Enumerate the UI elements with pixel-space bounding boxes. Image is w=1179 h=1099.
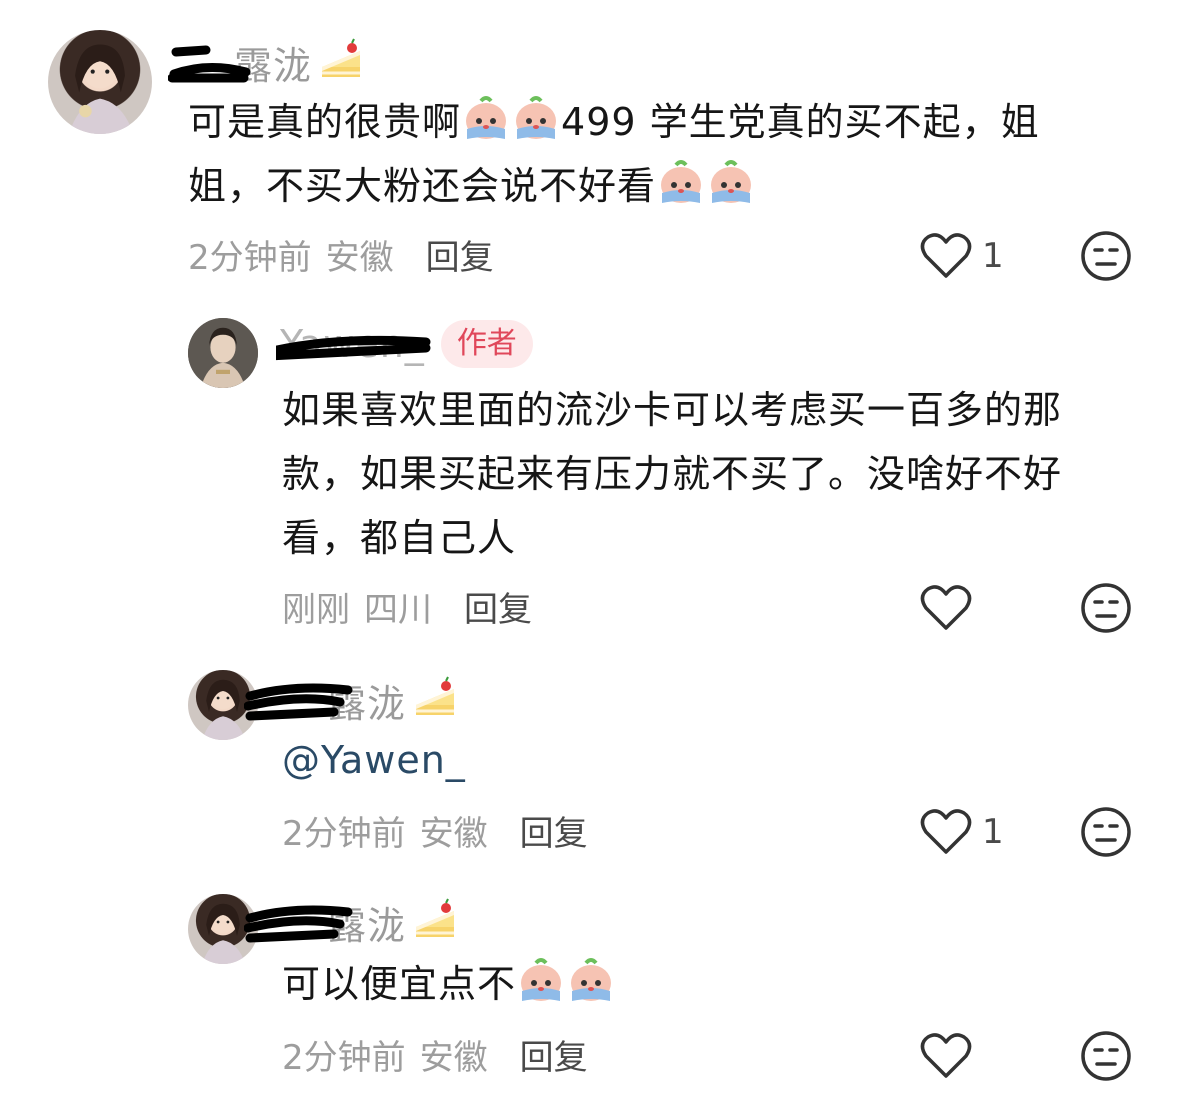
username[interactable]: Yawen_ 作者: [276, 318, 533, 370]
username[interactable]: 露泷: [244, 674, 460, 726]
username-text: 露泷: [328, 903, 407, 948]
heart-icon: [920, 585, 972, 630]
username[interactable]: 露泷: [168, 36, 366, 88]
timestamp: 2分钟前: [282, 1037, 406, 1078]
crying-emoji-icon: [516, 96, 557, 139]
like-button[interactable]: [920, 582, 972, 634]
dislike-face-icon[interactable]: [1080, 806, 1132, 858]
comment-meta: 2分钟前 安徽 回复: [188, 230, 494, 278]
location: 四川: [364, 589, 432, 630]
timestamp: 2分钟前: [188, 237, 312, 278]
dislike-face-icon[interactable]: [1080, 230, 1132, 282]
location: 安徽: [419, 1037, 488, 1078]
avatar[interactable]: [188, 318, 258, 388]
username-text: Yawen_: [280, 322, 425, 366]
dislike-face-icon[interactable]: [1080, 582, 1132, 634]
comment-meta: 2分钟前 安徽 回复: [282, 1030, 588, 1078]
like-count: 1: [982, 812, 1004, 852]
comment-text: 可是真的很贵啊 499 学生党真的买不起，姐姐，不买大粉还会说不好看: [188, 90, 1088, 218]
comment-text: 如果喜欢里面的流沙卡可以考虑买一百多的那款，如果买起来有压力就不买了。没啥好不好…: [282, 388, 1063, 560]
heart-icon: [920, 809, 972, 854]
timestamp: 刚刚: [282, 589, 350, 630]
heart-icon: [920, 1033, 972, 1078]
location: 安徽: [325, 237, 394, 278]
crying-emoji-icon: [571, 958, 612, 1001]
dislike-face-icon[interactable]: [1080, 1030, 1132, 1082]
like-button[interactable]: 1: [920, 806, 1004, 858]
like-count: 1: [982, 236, 1004, 276]
crying-emoji-icon: [466, 96, 507, 139]
heart-icon: [920, 233, 972, 278]
comment-text: 可以便宜点不: [282, 952, 616, 1016]
avatar[interactable]: [48, 30, 152, 134]
reply-button[interactable]: 回复: [520, 806, 588, 855]
cake-icon: [322, 38, 361, 77]
author-badge: 作者: [440, 320, 533, 368]
crying-emoji-icon: [711, 160, 752, 203]
reply-button[interactable]: 回复: [520, 1030, 588, 1079]
crying-emoji-icon: [661, 160, 702, 203]
crying-emoji-icon: [521, 958, 562, 1001]
reply-button[interactable]: 回复: [426, 230, 494, 279]
like-button[interactable]: [920, 1030, 972, 1082]
location: 安徽: [419, 813, 488, 854]
mention-link[interactable]: @Yawen_: [282, 728, 466, 792]
cake-icon: [416, 898, 455, 937]
username-text: 露泷: [328, 681, 407, 726]
username-text: 露泷: [234, 43, 313, 88]
timestamp: 2分钟前: [282, 813, 406, 854]
comment-meta: 刚刚 四川 回复: [282, 582, 532, 630]
comment-meta: 2分钟前 安徽 回复: [282, 806, 588, 854]
username[interactable]: 露泷: [244, 896, 460, 948]
reply-button[interactable]: 回复: [464, 582, 532, 631]
like-button[interactable]: 1: [920, 230, 1004, 282]
cake-icon: [416, 676, 455, 715]
